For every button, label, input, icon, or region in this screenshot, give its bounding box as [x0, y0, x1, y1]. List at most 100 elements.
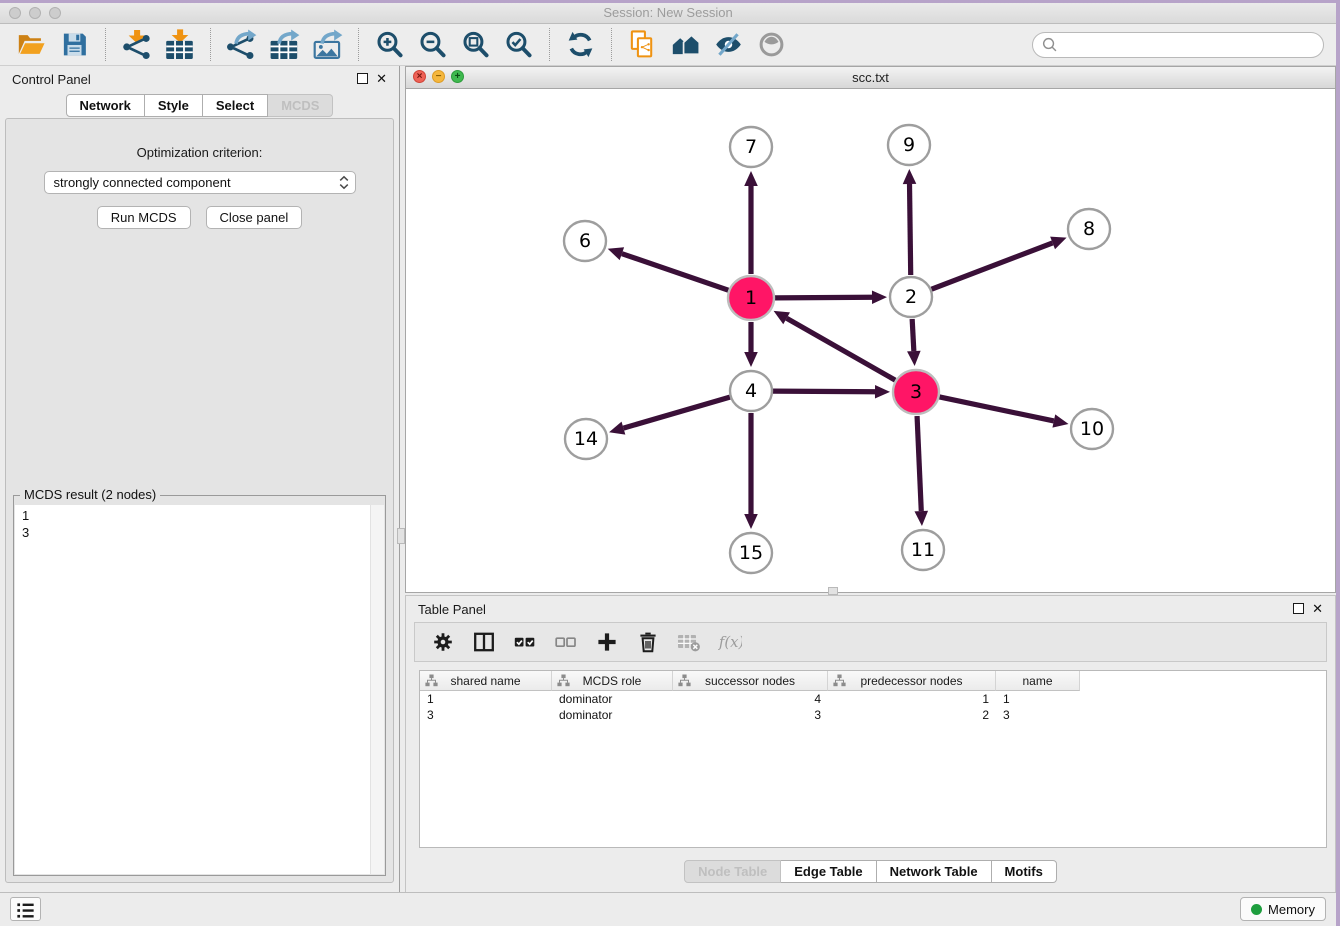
table-cell-mcds-role[interactable]: dominator: [552, 691, 673, 707]
column-header-label: predecessor nodes: [860, 674, 962, 688]
run-mcds-button[interactable]: Run MCDS: [97, 206, 191, 229]
search-input[interactable]: [1058, 36, 1315, 53]
refresh-button[interactable]: [566, 30, 595, 59]
add-column-button[interactable]: [595, 630, 619, 654]
graph-edge-2-9[interactable]: [910, 184, 911, 275]
minimize-window-icon[interactable]: [29, 7, 41, 19]
graph-arrowhead-1-2: [872, 290, 887, 304]
table-row[interactable]: 3dominator323: [420, 707, 1326, 723]
graph-edge-3-11[interactable]: [917, 416, 921, 511]
table-cell-successor-nodes[interactable]: 3: [673, 707, 828, 723]
hide-panel-icon: [714, 30, 743, 59]
network-minimize-icon[interactable]: −: [432, 70, 445, 83]
export-image-button[interactable]: [313, 30, 342, 59]
list-icon: [14, 899, 37, 922]
mcds-result-node: 3: [22, 524, 377, 541]
float-table-panel-icon[interactable]: [1293, 603, 1304, 614]
search-box[interactable]: [1032, 32, 1324, 58]
network-zoom-icon[interactable]: +: [451, 70, 464, 83]
table-cell-predecessor-nodes[interactable]: 2: [828, 707, 996, 723]
table-cell-name[interactable]: 3: [996, 707, 1080, 723]
export-image-icon: [313, 30, 342, 59]
result-scrollbar[interactable]: [370, 505, 384, 874]
memory-button[interactable]: Memory: [1240, 897, 1326, 921]
close-control-panel-icon[interactable]: ✕: [376, 73, 387, 84]
network-canvas[interactable]: 7968124314101511: [406, 89, 1335, 592]
graph-arrowhead-1-6: [608, 247, 624, 260]
zoom-window-icon[interactable]: [49, 7, 61, 19]
tab-edge-table[interactable]: Edge Table: [781, 860, 876, 883]
criterion-dropdown-value: strongly connected component: [54, 175, 231, 190]
export-network-button[interactable]: [227, 30, 256, 59]
show-columns-button[interactable]: [472, 630, 496, 654]
hide-panel-button[interactable]: [714, 30, 743, 59]
open-session-button[interactable]: [17, 30, 46, 59]
table-cell-shared-name[interactable]: 1: [420, 691, 552, 707]
save-session-button[interactable]: [60, 30, 89, 59]
task-history-button[interactable]: [10, 897, 41, 921]
graph-edge-4-14[interactable]: [623, 397, 729, 428]
column-header-name[interactable]: name: [996, 671, 1080, 691]
zoom-out-button[interactable]: [418, 30, 447, 59]
table-toolbar: f(x): [414, 622, 1327, 662]
network-overview-button[interactable]: [671, 30, 700, 59]
import-network-button[interactable]: [122, 30, 151, 59]
graph-edge-1-6[interactable]: [622, 254, 728, 291]
criterion-dropdown[interactable]: strongly connected component: [44, 171, 356, 194]
unselect-all-columns-button[interactable]: [554, 630, 578, 654]
graph-edge-2-8[interactable]: [932, 243, 1053, 289]
tab-mcds[interactable]: MCDS: [268, 94, 333, 117]
graph-edge-4-3[interactable]: [773, 391, 875, 392]
network-window-titlebar: × − + scc.txt: [406, 67, 1335, 89]
graph-node-label-15: 15: [739, 542, 763, 564]
zoom-fit-button[interactable]: [461, 30, 490, 59]
import-table-button[interactable]: [165, 30, 194, 59]
tab-node-table[interactable]: Node Table: [684, 860, 781, 883]
graph-node-label-1: 1: [745, 287, 757, 309]
toolbar-separator: [611, 28, 612, 61]
graph-edge-3-1[interactable]: [787, 318, 896, 380]
delete-column-button[interactable]: [636, 630, 660, 654]
table-cell-successor-nodes[interactable]: 4: [673, 691, 828, 707]
close-mcds-panel-button[interactable]: Close panel: [206, 206, 303, 229]
table-cell-mcds-role[interactable]: dominator: [552, 707, 673, 723]
graph-edge-1-2[interactable]: [775, 297, 872, 298]
tab-network[interactable]: Network: [66, 94, 145, 117]
mcds-result-lines: 13: [15, 505, 384, 543]
graph-arrowhead-4-15: [744, 514, 758, 529]
mcds-result-list[interactable]: 13: [15, 505, 384, 874]
tab-motifs[interactable]: Motifs: [992, 860, 1057, 883]
graph-arrowhead-3-11: [914, 511, 928, 526]
toggle-view-button[interactable]: [757, 30, 786, 59]
tab-style[interactable]: Style: [145, 94, 203, 117]
zoom-selected-button[interactable]: [504, 30, 533, 59]
graph-edge-2-3[interactable]: [912, 319, 914, 351]
table-cell-shared-name[interactable]: 3: [420, 707, 552, 723]
table-settings-button[interactable]: [431, 630, 455, 654]
clone-network-button[interactable]: [628, 30, 657, 59]
network-graph[interactable]: 7968124314101511: [406, 89, 1335, 592]
tab-select[interactable]: Select: [203, 94, 268, 117]
table-cell-predecessor-nodes[interactable]: 1: [828, 691, 996, 707]
window-title: Session: New Session: [0, 3, 1336, 23]
close-table-panel-icon[interactable]: ✕: [1312, 603, 1323, 614]
select-all-columns-button[interactable]: [513, 630, 537, 654]
table-row[interactable]: 1dominator411: [420, 691, 1326, 707]
column-header-mcds-role[interactable]: MCDS role: [552, 671, 673, 691]
table-splitter-grip[interactable]: [828, 587, 838, 595]
column-header-shared-name[interactable]: shared name: [420, 671, 552, 691]
column-header-label: successor nodes: [705, 674, 795, 688]
close-window-icon[interactable]: [9, 7, 21, 19]
panel-splitter-grip[interactable]: [397, 528, 405, 544]
network-traffic-lights: × − +: [413, 70, 464, 83]
tab-network-table[interactable]: Network Table: [877, 860, 992, 883]
zoom-in-button[interactable]: [375, 30, 404, 59]
column-header-successor-nodes[interactable]: successor nodes: [673, 671, 828, 691]
network-close-icon[interactable]: ×: [413, 70, 426, 83]
export-table-button[interactable]: [270, 30, 299, 59]
float-control-panel-icon[interactable]: [357, 73, 368, 84]
workspace: Control Panel ✕ NetworkStyleSelectMCDS O…: [0, 66, 1336, 893]
column-header-predecessor-nodes[interactable]: predecessor nodes: [828, 671, 996, 691]
graph-edge-3-10[interactable]: [939, 397, 1053, 421]
table-cell-name[interactable]: 1: [996, 691, 1080, 707]
